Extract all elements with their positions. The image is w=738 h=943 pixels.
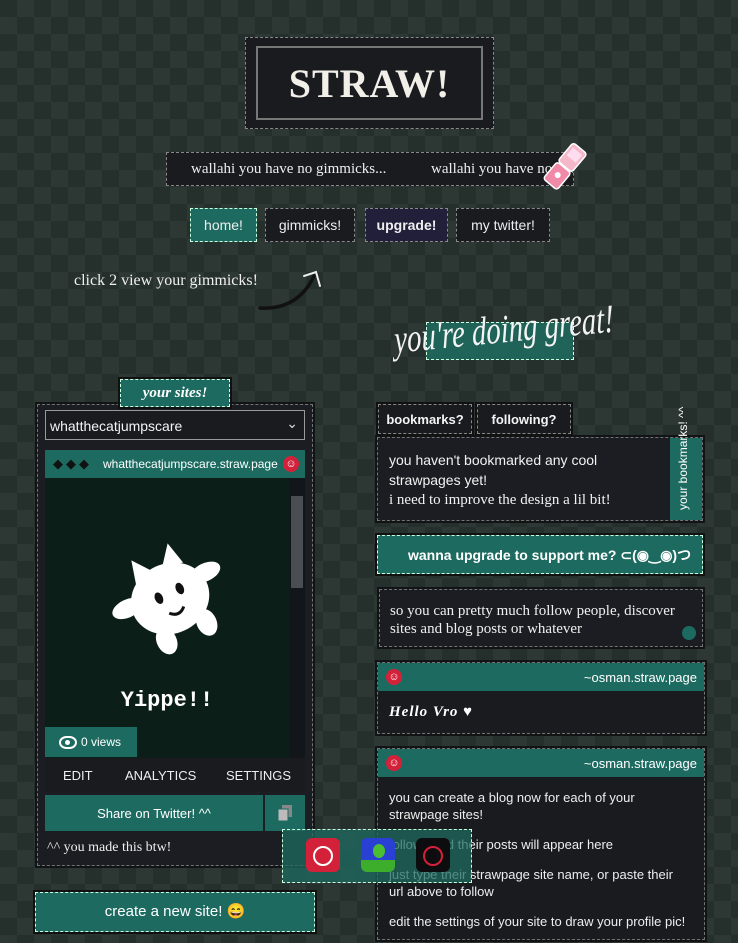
nav-gimmicks-button[interactable]: gimmicks! bbox=[265, 208, 355, 242]
logo-text: STRAW! bbox=[256, 46, 483, 120]
cat-drawing bbox=[112, 543, 221, 655]
smiley-icon: ☺ bbox=[386, 755, 402, 771]
copy-button[interactable] bbox=[265, 795, 305, 831]
site-preview-header: ◆◆◆ whatthecatjumpscare.straw.page ☺ bbox=[45, 450, 305, 478]
landscape-app-icon[interactable] bbox=[361, 838, 395, 872]
tab-bookmarks[interactable]: bookmarks? bbox=[376, 402, 474, 436]
marquee-text: wallahi you have no gimmicks... bbox=[191, 161, 387, 177]
grass-shape bbox=[361, 860, 395, 872]
settings-tab[interactable]: SETTINGS bbox=[226, 768, 291, 783]
preview-scrollbar[interactable] bbox=[289, 478, 305, 758]
tree-shape bbox=[373, 844, 385, 858]
view-count: 0 views bbox=[81, 735, 122, 749]
view-count-badge: 0 views bbox=[45, 727, 137, 757]
scrollbar-thumb[interactable] bbox=[291, 496, 303, 588]
smiley-face-icon bbox=[313, 846, 333, 866]
site-select-value: whatthecatjumpscare bbox=[50, 418, 183, 434]
flip-phone-icon bbox=[543, 142, 587, 190]
post-author[interactable]: ~osman.straw.page bbox=[584, 670, 697, 685]
smiley-app-icon[interactable] bbox=[306, 838, 340, 872]
feed-post[interactable]: ☺ ~osman.straw.page Hello Vro ♥ bbox=[375, 660, 707, 736]
nav-home-button[interactable]: home! bbox=[190, 208, 257, 242]
post-paragraph: you can create a blog now for each of yo… bbox=[389, 790, 635, 822]
sad-face-icon bbox=[423, 846, 443, 866]
bookmarks-empty-text: you haven't bookmarked any cool strawpag… bbox=[389, 450, 659, 510]
follow-info-panel: so you can pretty much follow people, di… bbox=[377, 587, 705, 649]
diamond-icons: ◆◆◆ bbox=[53, 456, 92, 471]
follow-info-text: so you can pretty much follow people, di… bbox=[390, 603, 675, 637]
gimmicks-hint: click 2 view your gimmicks! bbox=[74, 272, 258, 289]
share-twitter-button[interactable]: Share on Twitter! ^^ bbox=[45, 795, 263, 831]
site-actions: EDIT ANALYTICS SETTINGS bbox=[45, 758, 305, 792]
post-author[interactable]: ~osman.straw.page bbox=[584, 756, 697, 771]
analytics-tab[interactable]: ANALYTICS bbox=[125, 768, 196, 783]
edit-tab[interactable]: EDIT bbox=[63, 768, 93, 783]
bookmarks-side-label: your bookmarks! ^^ bbox=[676, 392, 696, 510]
leaf-icon bbox=[682, 626, 696, 640]
site-select[interactable]: whatthecatjumpscare ⌄ bbox=[45, 410, 305, 440]
marquee-banner: wallahi you have no gimmicks... wallahi … bbox=[166, 152, 574, 186]
eye-icon bbox=[59, 736, 77, 749]
site-preview-url[interactable]: whatthecatjumpscare.straw.page bbox=[103, 457, 278, 471]
nav-twitter-button[interactable]: my twitter! bbox=[456, 208, 550, 242]
smiley-icon: ☺ bbox=[283, 456, 299, 472]
site-preview[interactable]: Yippe!! bbox=[45, 478, 305, 758]
bookmarks-empty-line: you haven't bookmarked any cool strawpag… bbox=[389, 452, 598, 488]
smiley-icon: ☺ bbox=[386, 669, 402, 685]
post-header: ☺ ~osman.straw.page bbox=[378, 663, 704, 691]
bookmarks-panel: you haven't bookmarked any cool strawpag… bbox=[375, 435, 705, 523]
upgrade-banner[interactable]: wanna upgrade to support me? ⊂(◉‿◉)つ bbox=[375, 533, 705, 576]
chevron-down-icon: ⌄ bbox=[286, 415, 298, 431]
post-paragraph: edit the settings of your site to draw y… bbox=[389, 914, 686, 929]
tab-following[interactable]: following? bbox=[475, 402, 573, 436]
nav-upgrade-button[interactable]: upgrade! bbox=[365, 208, 448, 242]
copy-icon bbox=[278, 805, 292, 821]
sad-face-app-icon[interactable] bbox=[416, 838, 450, 872]
preview-caption: Yippe!! bbox=[120, 688, 214, 713]
your-sites-tab: your sites! bbox=[118, 377, 232, 409]
curved-arrow-icon bbox=[258, 270, 321, 310]
site-logo[interactable]: STRAW! bbox=[245, 37, 494, 129]
made-note: ^^ you made this btw! bbox=[47, 840, 172, 855]
bookmarks-note-line: i need to improve the design a lil bit! bbox=[389, 492, 611, 508]
side-label-text: your bookmarks! ^^ bbox=[676, 406, 690, 510]
post-header: ☺ ~osman.straw.page bbox=[378, 749, 704, 777]
post-body: Hello Vro ♥ bbox=[389, 704, 474, 720]
create-site-button[interactable]: create a new site! 😄 bbox=[33, 890, 317, 934]
